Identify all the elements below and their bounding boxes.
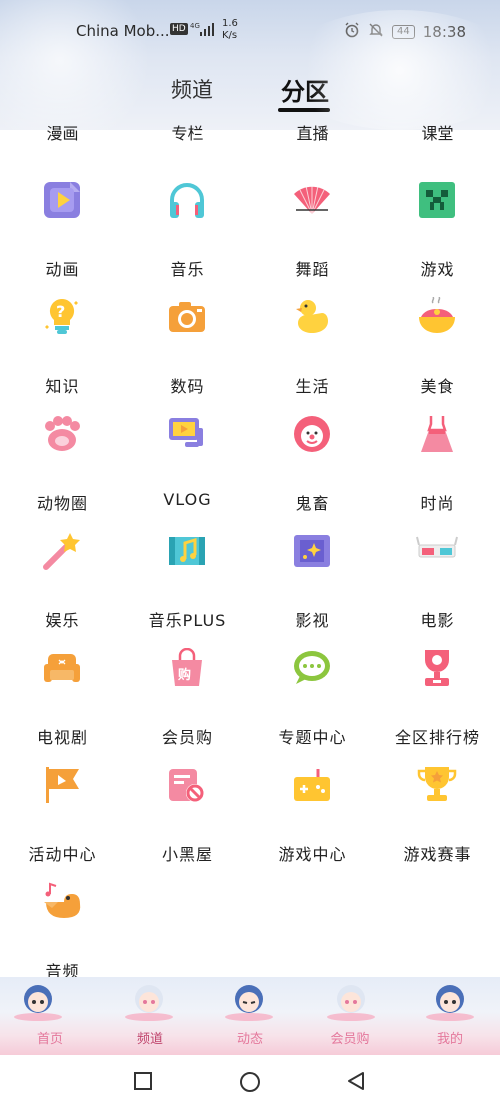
- gamepad-icon: [294, 769, 330, 801]
- category-label: 会员购: [161, 728, 213, 747]
- category-label: 游戏: [420, 260, 455, 279]
- network-type: 4G: [190, 22, 200, 30]
- vlog-camera-icon: [169, 418, 203, 447]
- category-label: 活动中心: [28, 845, 97, 864]
- ban-icon: [169, 769, 204, 802]
- status-bar: China Mob... HD 4G 1.6 K/s 44 18:38: [0, 18, 500, 46]
- fan-icon: [294, 185, 330, 215]
- net-speed-unit: K/s: [222, 30, 238, 41]
- header: China Mob... HD 4G 1.6 K/s 44 18:38 频道 分…: [0, 0, 500, 130]
- category-label: 电影: [420, 611, 455, 630]
- 3d-glasses-icon: [416, 536, 458, 558]
- home-icon[interactable]: [239, 1071, 261, 1093]
- partial-label: 直播: [296, 124, 329, 143]
- category-label: 鬼畜: [295, 494, 330, 513]
- recent-apps-icon[interactable]: [133, 1071, 153, 1091]
- partial-label: 课堂: [421, 124, 454, 143]
- mascot-33-icon: [327, 985, 375, 1021]
- signal-icon: 4G: [190, 21, 216, 41]
- duck-icon: [296, 300, 328, 333]
- camera-icon: [169, 302, 205, 332]
- battery-indicator: 44: [392, 25, 415, 39]
- category-label: 音乐PLUS: [148, 611, 227, 630]
- cup-star-icon: [417, 767, 457, 801]
- mascot-22-icon: [426, 985, 474, 1021]
- category-label: 娱乐: [45, 611, 80, 630]
- category-label: 音乐: [170, 260, 205, 279]
- category-label: 游戏中心: [278, 845, 347, 864]
- alarm-icon: [344, 22, 360, 42]
- category-label: 影视: [295, 611, 330, 630]
- partial-category[interactable]: 课堂: [375, 124, 500, 144]
- top-tabs: 频道 分区: [0, 70, 500, 120]
- nav-dynamic[interactable]: 动态: [200, 1028, 300, 1047]
- partial-label: 专栏: [171, 124, 204, 143]
- category-label: 舞蹈: [295, 260, 330, 279]
- category-label: 专题中心: [278, 728, 347, 747]
- partial-category[interactable]: 专栏: [125, 124, 250, 144]
- mascot-22-icon: [225, 985, 273, 1021]
- partial-label: 漫画: [46, 124, 79, 143]
- nav-channel[interactable]: 频道: [100, 1028, 200, 1047]
- tab-channel[interactable]: 频道: [171, 74, 213, 104]
- category-label: 时尚: [420, 494, 455, 513]
- system-nav-bar: [0, 1055, 500, 1111]
- hd-badge: HD: [170, 23, 188, 35]
- net-speed: 1.6 K/s: [222, 18, 238, 42]
- mascot-33-icon: [125, 985, 173, 1021]
- shopping-bag-icon: 购: [172, 648, 202, 686]
- partial-category[interactable]: 漫画: [0, 124, 125, 144]
- category-label: 游戏赛事: [403, 845, 472, 864]
- trophy-icon: [425, 650, 449, 686]
- nav-home[interactable]: 首页: [0, 1028, 100, 1047]
- category-label: 美食: [420, 377, 455, 396]
- back-icon[interactable]: [346, 1071, 366, 1091]
- lightbulb-icon: ?: [45, 298, 78, 334]
- partial-category[interactable]: 直播: [250, 124, 375, 144]
- mascot-22-icon: [14, 985, 62, 1021]
- category-label: 全区排行榜: [394, 728, 480, 747]
- speech-bubble-icon: [294, 651, 330, 684]
- dress-icon: [421, 416, 453, 452]
- bottom-nav: 首页 频道 动态 会员购 我的: [0, 977, 500, 1055]
- clown-icon: [294, 416, 330, 452]
- animation-icon: [44, 182, 80, 218]
- category-label: 生活: [295, 377, 330, 396]
- food-bowl-icon: [419, 297, 455, 333]
- film-sparkle-icon: [294, 535, 330, 567]
- category-label: VLOG: [163, 490, 212, 509]
- category-label: 小黑屋: [161, 845, 213, 864]
- bird-music-icon: [44, 882, 81, 918]
- creeper-icon: [419, 182, 455, 218]
- mute-bell-icon: [368, 22, 384, 42]
- nav-mine[interactable]: 我的: [400, 1028, 500, 1047]
- flag-icon: [46, 767, 79, 803]
- headphones-icon: [170, 183, 204, 218]
- svg-text:?: ?: [56, 302, 65, 321]
- tab-selected-indicator: [278, 108, 330, 112]
- category-label: 动画: [45, 260, 80, 279]
- category-label: 知识: [45, 377, 80, 396]
- nav-member-shop[interactable]: 会员购: [300, 1028, 400, 1047]
- magic-wand-icon: [43, 533, 80, 570]
- tab-zones[interactable]: 分区: [281, 72, 329, 107]
- carrier-name: China Mob...: [76, 22, 170, 40]
- category-label: 电视剧: [36, 728, 88, 747]
- sofa-icon: [44, 654, 80, 682]
- paw-icon: [45, 416, 80, 451]
- svg-text:购: 购: [178, 667, 191, 683]
- category-label: 动物圈: [36, 494, 88, 513]
- film-music-icon: [169, 537, 205, 565]
- net-speed-value: 1.6: [222, 18, 238, 29]
- clock: 18:38: [422, 23, 466, 41]
- category-label: 数码: [170, 377, 205, 396]
